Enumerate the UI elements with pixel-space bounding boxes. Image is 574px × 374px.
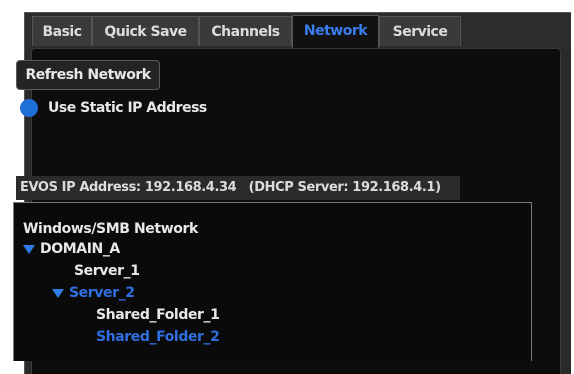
ip-address-bar: EVOS IP Address: 192.168.4.34 (DHCP Serv… xyxy=(16,176,460,200)
server-2-label: Server_2 xyxy=(69,285,135,301)
tree-node-server-2[interactable]: Server_2 xyxy=(52,285,135,301)
tab-service[interactable]: Service xyxy=(379,16,461,46)
triangle-down-icon[interactable] xyxy=(52,288,64,298)
tree-root-label: Windows/SMB Network xyxy=(23,221,198,237)
tab-bar: Basic Quick Save Channels Network Servic… xyxy=(25,13,571,48)
domain-label: DOMAIN_A xyxy=(40,241,120,257)
tree-root-text: Windows/SMB Network xyxy=(23,221,198,237)
triangle-down-icon[interactable] xyxy=(23,244,35,254)
tree-node-folder-2[interactable]: Shared_Folder_2 xyxy=(96,329,220,345)
server-1-label: Server_1 xyxy=(74,263,140,279)
radio-selected-icon[interactable] xyxy=(20,99,38,117)
tree-node-server-1[interactable]: Server_1 xyxy=(74,263,140,279)
tab-quick-save[interactable]: Quick Save xyxy=(92,16,199,46)
folder-2-label: Shared_Folder_2 xyxy=(96,329,220,345)
tree-node-domain[interactable]: DOMAIN_A xyxy=(23,241,120,257)
tab-basic[interactable]: Basic xyxy=(32,16,92,46)
tab-channels[interactable]: Channels xyxy=(199,16,292,46)
refresh-network-button[interactable]: Refresh Network xyxy=(16,60,160,90)
static-ip-label: Use Static IP Address xyxy=(48,100,207,116)
tree-node-folder-1[interactable]: Shared_Folder_1 xyxy=(96,307,220,323)
tab-network[interactable]: Network xyxy=(292,15,379,48)
network-tree[interactable]: Windows/SMB Network DOMAIN_A Server_1 Se… xyxy=(13,202,532,361)
static-ip-option[interactable]: Use Static IP Address xyxy=(20,96,207,120)
dhcp-server-text: (DHCP Server: 192.168.4.1) xyxy=(248,180,441,195)
ip-address-text: EVOS IP Address: 192.168.4.34 xyxy=(20,180,237,195)
folder-1-label: Shared_Folder_1 xyxy=(96,307,220,323)
